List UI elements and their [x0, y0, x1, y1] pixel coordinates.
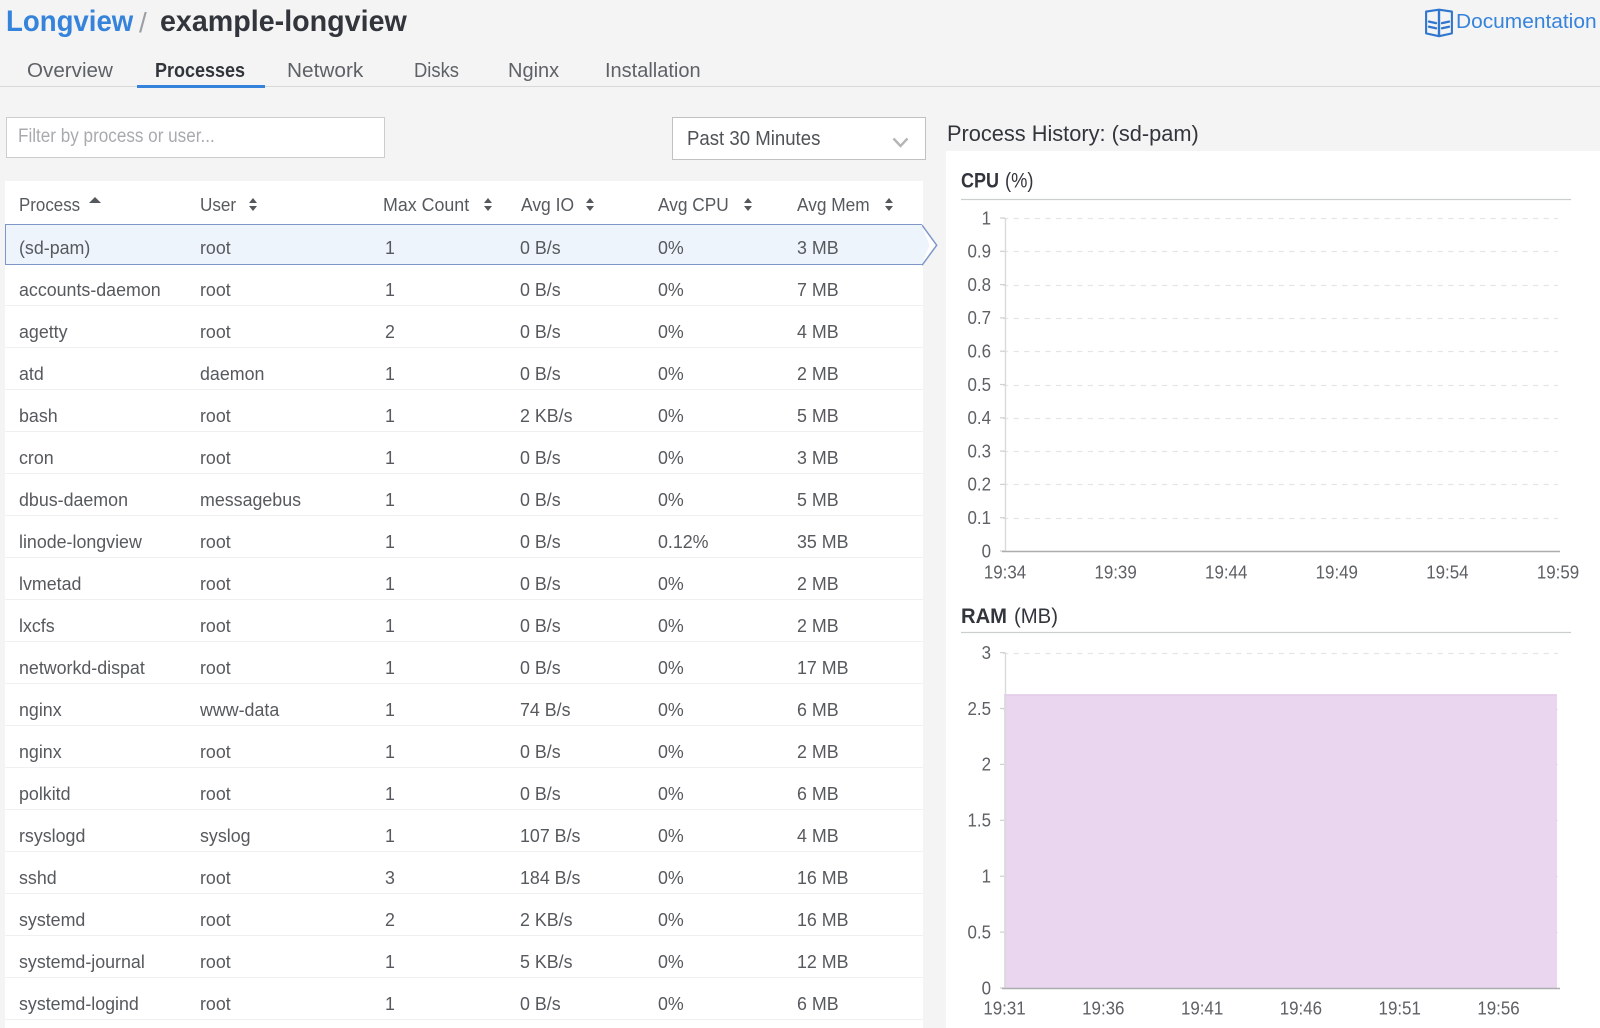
svg-text:19:49: 19:49: [1316, 563, 1358, 583]
svg-text:0.7: 0.7: [968, 308, 992, 328]
svg-text:0.6: 0.6: [968, 342, 992, 362]
svg-text:CPU: CPU: [961, 170, 999, 193]
svg-text:19:34: 19:34: [984, 563, 1026, 583]
svg-text:0: 0: [982, 541, 991, 561]
svg-text:1: 1: [982, 208, 991, 228]
svg-text:0.9: 0.9: [968, 242, 992, 262]
svg-text:0.3: 0.3: [968, 441, 992, 461]
svg-text:19:31: 19:31: [983, 999, 1025, 1019]
svg-text:RAM: RAM: [961, 605, 1007, 628]
svg-text:0: 0: [982, 978, 991, 998]
svg-text:19:51: 19:51: [1379, 999, 1421, 1019]
svg-text:0.5: 0.5: [968, 375, 992, 395]
svg-text:2: 2: [982, 755, 991, 775]
svg-text:0.2: 0.2: [968, 475, 992, 495]
svg-text:19:36: 19:36: [1082, 999, 1124, 1019]
svg-text:0.5: 0.5: [968, 922, 992, 942]
svg-text:19:41: 19:41: [1181, 999, 1223, 1019]
svg-text:3: 3: [982, 643, 991, 663]
svg-text:0.8: 0.8: [968, 275, 992, 295]
svg-text:1.5: 1.5: [968, 811, 992, 831]
svg-text:19:44: 19:44: [1205, 563, 1247, 583]
svg-text:(%): (%): [1005, 170, 1034, 193]
svg-text:1: 1: [982, 867, 991, 887]
svg-text:19:46: 19:46: [1280, 999, 1322, 1019]
svg-text:19:59: 19:59: [1537, 563, 1579, 583]
svg-text:0.1: 0.1: [968, 508, 992, 528]
svg-text:19:56: 19:56: [1477, 999, 1519, 1019]
svg-text:(MB): (MB): [1014, 605, 1058, 628]
svg-text:19:54: 19:54: [1426, 563, 1468, 583]
svg-text:0.4: 0.4: [968, 408, 992, 428]
svg-text:19:39: 19:39: [1094, 563, 1136, 583]
svg-text:2.5: 2.5: [968, 699, 992, 719]
